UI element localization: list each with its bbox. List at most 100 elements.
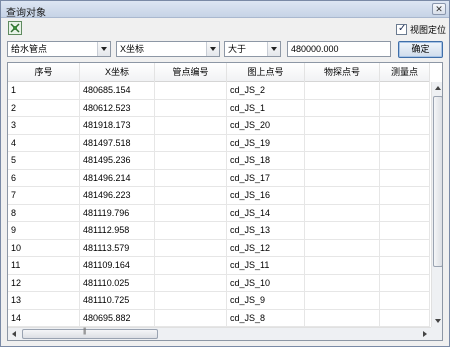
column-header[interactable]: 管点编号 xyxy=(155,63,227,82)
table-cell xyxy=(380,309,430,326)
table-cell xyxy=(155,257,227,274)
table-cell: 10 xyxy=(8,239,80,256)
confirm-button[interactable]: 确定 xyxy=(398,41,443,58)
table-cell: 480612.523 xyxy=(80,99,155,116)
close-button[interactable]: ✕ xyxy=(432,3,446,15)
table-cell xyxy=(305,309,380,326)
table-cell xyxy=(305,292,380,309)
horizontal-scrollbar[interactable] xyxy=(8,327,431,340)
table-cell: cd_JS_14 xyxy=(227,204,305,221)
view-locate-toggle[interactable]: 视图定位 xyxy=(396,23,446,36)
operator-select[interactable]: 大于 xyxy=(224,41,281,57)
table-cell xyxy=(305,134,380,151)
layer-select[interactable]: 给水管点 xyxy=(7,41,111,57)
dialog-content: 视图定位 给水管点 X坐标 大于 480000.000 确定 序号X坐标管点编号… xyxy=(2,19,448,345)
table-row[interactable]: 3 481918.173 cd_JS_20 xyxy=(8,117,430,135)
table-cell xyxy=(380,152,430,169)
table-cell: 481113.579 xyxy=(80,239,155,256)
table-cell xyxy=(155,117,227,134)
table-cell xyxy=(155,274,227,291)
horizontal-scroll-thumb[interactable] xyxy=(22,328,158,339)
table-cell: cd_JS_11 xyxy=(227,257,305,274)
table-cell xyxy=(380,134,430,151)
table-row[interactable]: 4 481497.518 cd_JS_19 xyxy=(8,134,430,152)
column-header[interactable]: 测量点 xyxy=(380,63,430,82)
table-cell: 481110.025 xyxy=(80,274,155,291)
table-cell xyxy=(305,169,380,186)
table-cell xyxy=(155,99,227,116)
vertical-scrollbar[interactable] xyxy=(431,82,442,327)
table-cell xyxy=(380,99,430,116)
table-cell xyxy=(305,117,380,134)
table-row[interactable]: 5 481495.236 cd_JS_18 xyxy=(8,152,430,170)
table-cell: 481496.223 xyxy=(80,187,155,204)
table-cell xyxy=(380,292,430,309)
table-cell: 3 xyxy=(8,117,80,134)
value-input[interactable]: 480000.000 xyxy=(287,41,391,57)
table-cell: 481112.958 xyxy=(80,222,155,239)
table-cell: cd_JS_16 xyxy=(227,187,305,204)
table-cell xyxy=(155,204,227,221)
column-header[interactable]: X坐标 xyxy=(80,63,155,82)
view-locate-label: 视图定位 xyxy=(410,25,447,35)
table-row[interactable]: 7 481496.223 cd_JS_16 xyxy=(8,187,430,205)
table-cell: 481496.214 xyxy=(80,169,155,186)
table-cell: cd_JS_1 xyxy=(227,99,305,116)
layer-select-value: 给水管点 xyxy=(11,44,48,54)
map-pin-icon[interactable] xyxy=(8,21,22,35)
title-bar: 查询对象 ✕ xyxy=(1,1,449,19)
column-header[interactable]: 序号 xyxy=(8,63,80,82)
table-cell: cd_JS_12 xyxy=(227,239,305,256)
chevron-down-icon[interactable] xyxy=(97,42,110,56)
table-cell xyxy=(155,169,227,186)
field-select[interactable]: X坐标 xyxy=(116,41,220,57)
table-cell xyxy=(155,239,227,256)
table-cell xyxy=(380,239,430,256)
table-cell: 6 xyxy=(8,169,80,186)
table-row[interactable]: 1 480685.154 cd_JS_2 xyxy=(8,82,430,100)
column-header[interactable]: 图上点号 xyxy=(227,63,305,82)
table-cell: 481110.725 xyxy=(80,292,155,309)
scrollbar-corner xyxy=(431,327,442,340)
scroll-up-icon[interactable] xyxy=(432,82,442,94)
table-cell xyxy=(305,257,380,274)
table-cell xyxy=(155,309,227,326)
table-row[interactable]: 14 480695.882 cd_JS_8 xyxy=(8,309,430,327)
table-cell xyxy=(155,222,227,239)
table-row[interactable]: 2 480612.523 cd_JS_1 xyxy=(8,99,430,117)
chevron-down-icon[interactable] xyxy=(206,42,219,56)
view-locate-checkbox[interactable] xyxy=(396,23,407,35)
table-cell xyxy=(155,82,227,99)
table-row[interactable]: 8 481119.796 cd_JS_14 xyxy=(8,204,430,222)
table-cell xyxy=(155,134,227,151)
table-cell: 7 xyxy=(8,187,80,204)
operator-select-value: 大于 xyxy=(228,44,247,54)
scroll-down-icon[interactable] xyxy=(432,315,442,327)
table-cell: 480685.154 xyxy=(80,82,155,99)
table-row[interactable]: 10 481113.579 cd_JS_12 xyxy=(8,239,430,257)
table-cell xyxy=(380,82,430,99)
table-row[interactable]: 11 481109.164 cd_JS_11 xyxy=(8,257,430,275)
table-cell: 2 xyxy=(8,99,80,116)
scroll-left-icon[interactable] xyxy=(8,328,20,340)
scroll-right-icon[interactable] xyxy=(419,328,431,340)
table-row[interactable]: 13 481110.725 cd_JS_9 xyxy=(8,292,430,310)
table-cell xyxy=(305,99,380,116)
column-header[interactable]: 物探点号 xyxy=(305,63,380,82)
table-cell: 13 xyxy=(8,292,80,309)
table-row[interactable]: 6 481496.214 cd_JS_17 xyxy=(8,169,430,187)
table-cell xyxy=(305,204,380,221)
chevron-down-icon[interactable] xyxy=(267,42,280,56)
vertical-scroll-thumb[interactable] xyxy=(433,96,442,267)
table-cell xyxy=(155,292,227,309)
table-cell: cd_JS_9 xyxy=(227,292,305,309)
table-row[interactable]: 9 481112.958 cd_JS_13 xyxy=(8,222,430,240)
table-cell: 14 xyxy=(8,309,80,326)
table-cell: cd_JS_19 xyxy=(227,134,305,151)
table-cell xyxy=(380,274,430,291)
table-row[interactable]: 12 481110.025 cd_JS_10 xyxy=(8,274,430,292)
table-cell xyxy=(380,169,430,186)
table-cell: cd_JS_13 xyxy=(227,222,305,239)
table-cell xyxy=(155,152,227,169)
window-title: 查询对象 xyxy=(6,8,46,19)
